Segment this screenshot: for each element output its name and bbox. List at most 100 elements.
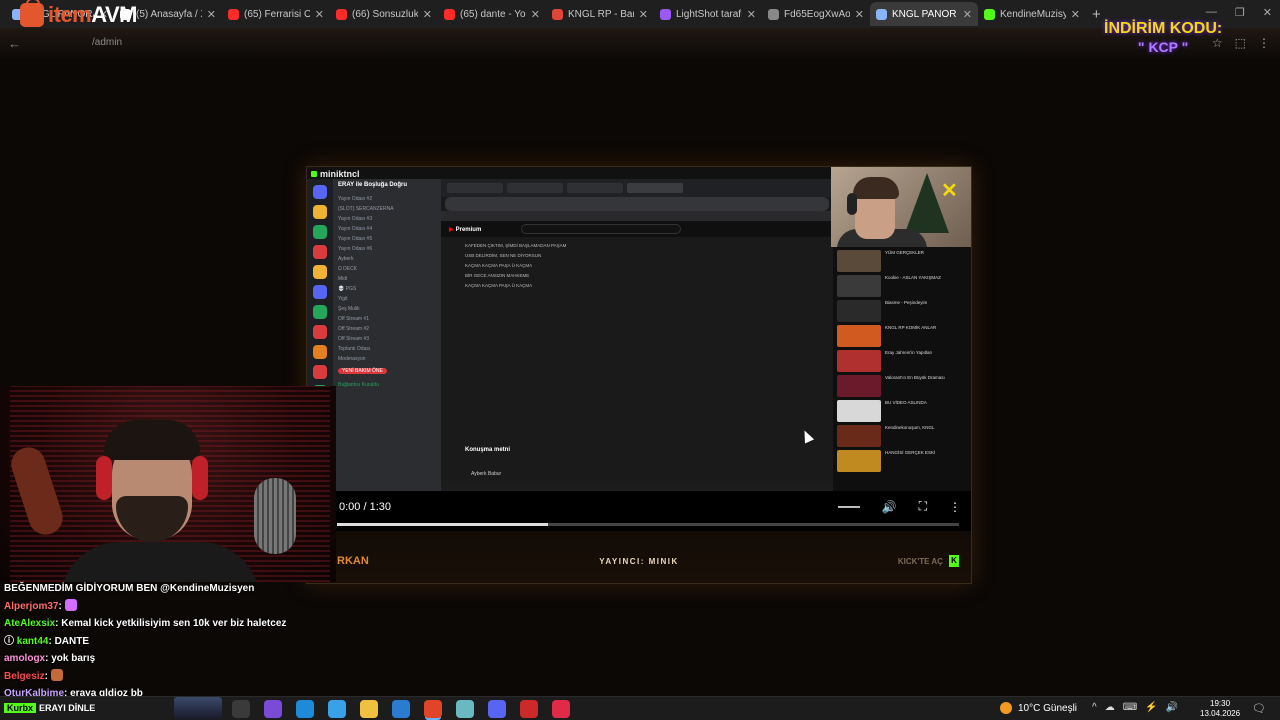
weather-widget[interactable]: 10°C Güneşli [1000,702,1077,714]
suggested-video[interactable]: BU VİDEO ASLINDA [837,400,967,422]
tray-icon[interactable]: ⚡ [1145,702,1157,713]
menu-icon[interactable]: ⋮ [1258,36,1270,50]
browser-tab[interactable]: KNGL RP - Ban Ağ ✕ [546,2,654,26]
taskbar-app-icon[interactable] [264,700,282,718]
more-options-icon[interactable]: ⋮ [949,500,961,514]
taskbar-app-icon[interactable] [520,700,538,718]
tray-icon[interactable]: ^ [1092,702,1097,713]
new-tab-button[interactable]: + [1092,6,1101,23]
taskbar-app-icon[interactable] [360,700,378,718]
video-thumbnail [837,375,881,397]
chat-username[interactable]: AteAlexsix [4,618,55,629]
tab-title: KNGL RP - Ban Ağ [568,8,634,20]
tab-close-icon[interactable]: ✕ [423,8,432,21]
suggested-video[interactable]: KNGL RP KOMİK ANLAR [837,325,967,347]
suggested-video[interactable]: YÜM GERÇEKLER [837,250,967,272]
discord-channel: Şeş Mulik [338,306,360,312]
tab-close-icon[interactable]: ✕ [855,8,864,21]
close-icon[interactable]: ✕ [1263,6,1272,19]
taskbar-app-icon[interactable] [488,700,506,718]
open-on-kick-button[interactable]: KICK'TE AÇ K [898,555,959,567]
video-thumbnail [837,425,881,447]
tab-close-icon[interactable]: ✕ [747,8,756,21]
shopping-bag-icon [20,0,44,27]
tab-favicon-icon [660,8,671,20]
video-thumbnail [837,450,881,472]
browser-tab[interactable]: LightShot tarafınd ✕ [654,2,762,26]
chat-username[interactable]: amologx [4,653,45,664]
lyric-line: BİR GECE ANSIZIN MAHKEME [465,273,530,278]
youtube-header: Premium [441,221,833,237]
tray-icon[interactable]: 🔊 [1166,702,1178,713]
widgets-thumbnail[interactable] [174,697,222,719]
video-player[interactable]: ERAY ile Boşluğa Doğru Yayın Odası #2 (SL… [306,166,972,584]
volume-icon[interactable]: 🔊 [882,500,897,514]
tab-close-icon[interactable]: ✕ [639,8,648,21]
notification-icon[interactable]: 🗨 [1252,702,1266,715]
promo-code: " KCP " [1137,39,1189,55]
lyric-line: USB DELİRDİM, SEN NE DİYORSUN [465,253,542,258]
window-controls: — ❐ ✕ [1206,6,1272,19]
taskbar-app-icon[interactable] [392,700,410,718]
suggested-video-title: BU VİDEO ASLINDA [885,400,927,405]
tray-icon[interactable]: ☁ [1105,702,1115,713]
volume-slider[interactable] [837,505,860,508]
taskbar-app-icon[interactable] [232,700,250,718]
tab-list: KNGL PANORAMA✕(5) Anasayfa / X✕(65) Ferr… [6,2,1086,26]
lyric-line: KAÇMA KAÇMA PAŞA Ü KAÇMA [465,263,533,268]
tab-close-icon[interactable]: ✕ [963,8,972,21]
discord-channel: Yayın Odası #4 [338,226,373,232]
chat-username[interactable]: kant44 [17,636,49,647]
browser-tab[interactable]: (66) Sonsuzluk ve ✕ [330,2,438,26]
extensions-icon[interactable]: ⬚ [1235,36,1246,50]
tab-close-icon[interactable]: ✕ [207,8,216,21]
suggested-video[interactable]: Kookie - ASLAN YAKIŞMAZ [837,275,967,297]
tray-icon[interactable]: ⌨ [1123,702,1137,713]
close-overlay-icon[interactable]: ✕ [941,181,958,201]
tab-favicon-icon [984,8,995,20]
maximize-icon[interactable]: ❐ [1235,6,1245,19]
taskbar-app-icon[interactable] [328,700,346,718]
discord-channel: Midi [338,276,348,282]
browser-tab[interactable]: KNGL PANOR ✕ [870,2,978,26]
song-lyrics: KAFEDEN ÇIKTIM, ŞİMDİ BAŞLAMADAN PAŞAM US… [441,237,833,299]
tab-title: (65) Ferrarisi Olan [244,8,310,20]
discord-channel: Yayın Odası #3 [338,216,373,222]
suggested-video[interactable]: Eray Jahrein'in Yapıtları [837,350,967,372]
minimize-icon[interactable]: — [1206,6,1217,19]
lyric-line: KAÇMA KAÇMA PAŞA Ü KAÇMA [465,283,533,288]
browser-tab[interactable]: KendineMuzisyen ✕ [978,2,1086,26]
taskbar-app-icon[interactable] [552,700,570,718]
suggested-video[interactable]: Kendinekonuşum, KNGL [837,425,967,447]
suggested-video-title: Valorant'ın En Büyük Draması [885,375,945,380]
browser-tab[interactable]: (65) dante - YouTu ✕ [438,2,546,26]
progress-fill [337,523,549,526]
fullscreen-icon[interactable]: ⛶ [919,499,927,514]
suggested-video[interactable]: HANGİSİ GERÇEK ESKİ [837,450,967,472]
suggested-video[interactable]: Biasme - Peşindeyim [837,300,967,322]
chat-username[interactable]: Alperjom37 [4,601,58,612]
tab-close-icon[interactable]: ✕ [1071,8,1080,21]
tab-close-icon[interactable]: ✕ [531,8,540,21]
url-text[interactable]: /admin [92,37,122,48]
taskbar-search[interactable]: Kurbx ERAYI DİNLE [4,703,95,713]
taskbar-app-icon[interactable] [296,700,314,718]
taskbar-app-icon[interactable] [456,700,474,718]
progress-bar[interactable] [337,523,959,526]
discount-code-banner: İNDİRİM KODU: " KCP " [1104,20,1222,56]
youtube-search-bar [521,224,682,234]
taskbar-clock[interactable]: 19:30 13.04.2026 [1200,699,1240,719]
tab-close-icon[interactable]: ✕ [315,8,324,21]
tab-favicon-icon [336,8,347,20]
tab-favicon-icon [228,8,239,20]
browser-tab[interactable]: Fd65EogXwAotXJ ✕ [762,2,870,26]
back-arrow-icon[interactable]: ← [8,36,21,51]
open-on-kick-label: KICK'TE AÇ [897,556,943,566]
suggested-video[interactable]: Valorant'ın En Büyük Draması [837,375,967,397]
video-thumbnail [837,250,881,272]
chat-username[interactable]: Belgesiz [4,671,45,682]
taskbar-app-icon[interactable] [424,700,442,718]
streamer-webcam-left [0,386,336,582]
search-text: ERAYI DİNLE [39,703,96,713]
browser-tab[interactable]: (65) Ferrarisi Olan ✕ [222,2,330,26]
